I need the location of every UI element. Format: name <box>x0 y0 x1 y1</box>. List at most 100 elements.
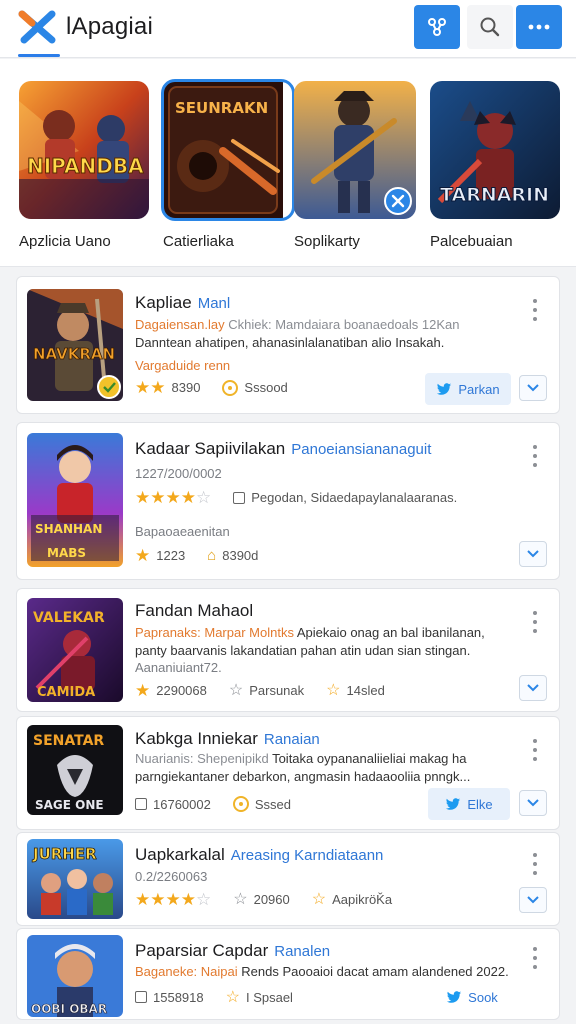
featured-item[interactable]: SEUNRAKN Catierliaka <box>161 79 295 250</box>
more-options-icon[interactable] <box>527 739 543 761</box>
list-item-meta: 1558918 ☆ I Spsael <box>135 987 293 1007</box>
list-item-tag: Pegodan, Sidaedapaylanalaaranas. <box>251 490 458 505</box>
list-item[interactable]: VALEKAR CAMIDA Fandan Mahaol Papranaks: … <box>16 588 560 712</box>
list-item-title[interactable]: Kabkga Inniekar Ranaian <box>135 729 320 749</box>
checkbox-icon[interactable] <box>233 491 246 504</box>
more-options-icon[interactable] <box>527 299 543 321</box>
app-logo-icon[interactable] <box>18 8 58 46</box>
list-item-subtitle: Bapaoaeaenitan <box>135 524 230 539</box>
featured-thumbnail[interactable] <box>294 81 416 219</box>
rating-count: 1223 <box>156 548 186 563</box>
star-outline-gold-icon: ☆ <box>326 682 341 699</box>
rating-count: 16760002 <box>153 796 211 812</box>
featured-label: Catierliaka <box>163 233 234 250</box>
list-item-title[interactable]: Paparsiar Capdar Ranalen <box>135 941 330 961</box>
featured-thumbnail[interactable]: TARNARIN <box>430 81 560 219</box>
star-empty-icon: ☆ <box>196 488 212 507</box>
search-button[interactable] <box>467 5 513 49</box>
title-accent: Manl <box>197 295 231 312</box>
list-item-meta: ★ ★ ★ ★ ☆ ☆ 20960 ☆ AapikröǨa <box>135 889 392 909</box>
svg-text:SEUNRAKN: SEUNRAKN <box>175 99 268 117</box>
list-item-description: Baganeke: Naipai Rends Paooaioi dacat am… <box>135 964 509 979</box>
share-nodes-icon <box>428 18 446 36</box>
list-item-title[interactable]: Fandan Mahaol <box>135 601 253 621</box>
featured-thumbnail-selected[interactable]: SEUNRAKN <box>161 79 295 221</box>
star-filled-icon: ★ <box>180 889 196 909</box>
share-button[interactable] <box>414 5 460 49</box>
list-item-thumbnail[interactable]: SENATAR SAGE ONE <box>27 725 123 815</box>
list-item-meta: ★ ★ 8390 Sssood <box>135 379 288 396</box>
list-item-title[interactable]: Kadaar Sapiivilakan Panoeiansiananaguit <box>135 439 431 459</box>
calendar-icon <box>135 991 147 1003</box>
star-empty-icon: ☆ <box>196 889 212 909</box>
star-filled-icon: ★ <box>165 488 181 507</box>
share-twitter-button[interactable]: Sook <box>437 981 507 1013</box>
list-item[interactable]: OOBI OBAR Paparsiar Capdar Ranalen Bagane… <box>16 928 560 1020</box>
svg-text:NIPANDBA: NIPANDBA <box>27 154 144 178</box>
share-label: Sook <box>468 989 498 1005</box>
more-options-icon[interactable] <box>527 947 543 969</box>
app-title: lApagiai <box>66 13 153 40</box>
svg-text:NAVKRAN: NAVKRAN <box>33 345 115 363</box>
coin-icon <box>232 796 249 812</box>
logo-underline <box>18 54 60 57</box>
featured-thumbnail[interactable]: NIPANDBA <box>19 81 149 219</box>
share-twitter-button[interactable]: Parkan <box>425 373 511 405</box>
chevron-down-icon <box>527 550 539 558</box>
list-item-thumbnail[interactable]: VALEKAR CAMIDA <box>27 598 123 702</box>
twitter-bird-icon <box>437 382 452 395</box>
title-text: Paparsiar Capdar <box>135 941 269 960</box>
featured-item[interactable]: TARNARIN Palcebuaian <box>430 81 560 250</box>
expand-chevron-button[interactable] <box>519 541 547 567</box>
app-header: lApagiai <box>0 0 576 58</box>
star-filled-icon: ★ <box>180 488 196 507</box>
list-item-subtitle: Aananiuiant72. <box>135 660 222 675</box>
stat-value: 8390d <box>222 548 259 563</box>
title-text: Uapkarkalal <box>135 845 225 864</box>
list-item-title[interactable]: Kapliae Manl <box>135 293 230 313</box>
expand-chevron-button[interactable] <box>519 675 547 701</box>
list-item-description-2: Danntean ahatipen, ahanasinlalanatiban a… <box>135 335 445 350</box>
list-item-meta: 16760002 Sssed <box>135 796 291 812</box>
star-filled-icon: ★ <box>150 378 166 397</box>
list-item-date: 1227/200/0002 <box>135 466 222 481</box>
featured-item[interactable]: Soplikarty <box>294 81 424 250</box>
list-item-description: Nuarianis: Shepenipikd Toitaka oypananal… <box>135 751 467 766</box>
more-options-icon[interactable] <box>527 445 543 467</box>
rating-count: 2290068 <box>156 682 207 698</box>
list-item[interactable]: JURHER Uapkarkalal Areasing Karndiataann … <box>16 832 560 926</box>
rating-count: 8390 <box>171 380 201 395</box>
title-accent: Ranaian <box>263 731 320 748</box>
list-item-thumbnail[interactable]: NAVKRAN <box>27 289 123 401</box>
list-item-description-2: panty baarvanis lakandatian pahan atin u… <box>135 643 471 658</box>
list-item-rating-row: ★ ★ ★ ★ ☆ Pegodan, Sidaedapaylanalaarana… <box>135 489 457 506</box>
star-filled-icon: ★ <box>165 889 181 909</box>
share-twitter-button[interactable]: Elke <box>428 788 510 820</box>
star-filled-icon: ★ <box>135 378 151 397</box>
featured-carousel: NIPANDBA Apzlicia Uano SEUNRAKN Catierli… <box>0 59 576 267</box>
svg-text:JURHER: JURHER <box>32 845 97 863</box>
list-item-title[interactable]: Uapkarkalal Areasing Karndiataann <box>135 845 383 865</box>
list-item-thumbnail[interactable]: SHANHAN MABS <box>27 433 123 567</box>
list-item-subtitle: Vargaduide renn <box>135 358 231 373</box>
more-options-icon[interactable] <box>527 853 543 875</box>
more-options-icon[interactable] <box>527 611 543 633</box>
star-filled-icon: ★ <box>135 488 151 507</box>
svg-text:VALEKAR: VALEKAR <box>33 610 105 626</box>
title-accent: Areasing Karndiataann <box>230 847 384 864</box>
featured-item[interactable]: NIPANDBA Apzlicia Uano <box>19 81 149 250</box>
expand-chevron-button[interactable] <box>519 375 547 401</box>
twitter-bird-icon <box>446 797 461 810</box>
list-item-thumbnail[interactable]: JURHER <box>27 839 123 919</box>
svg-text:OOBI OBAR: OOBI OBAR <box>31 1002 107 1016</box>
expand-chevron-button[interactable] <box>519 790 547 816</box>
svg-text:MABS: MABS <box>47 546 86 560</box>
list-item-thumbnail[interactable]: OOBI OBAR <box>27 935 123 1017</box>
expand-chevron-button[interactable] <box>519 887 547 913</box>
list-item[interactable]: SENATAR SAGE ONE Kabkga Inniekar Ranaian … <box>16 716 560 830</box>
stat-value: Parsunak <box>249 682 305 698</box>
more-menu-button[interactable] <box>516 5 562 49</box>
list-item[interactable]: SHANHAN MABS Kadaar Sapiivilakan Panoeian… <box>16 422 560 580</box>
list-item[interactable]: NAVKRAN Kapliae Manl Dagaiensan.lay Ckhie… <box>16 276 560 414</box>
star-filled-icon: ★ <box>150 488 166 507</box>
